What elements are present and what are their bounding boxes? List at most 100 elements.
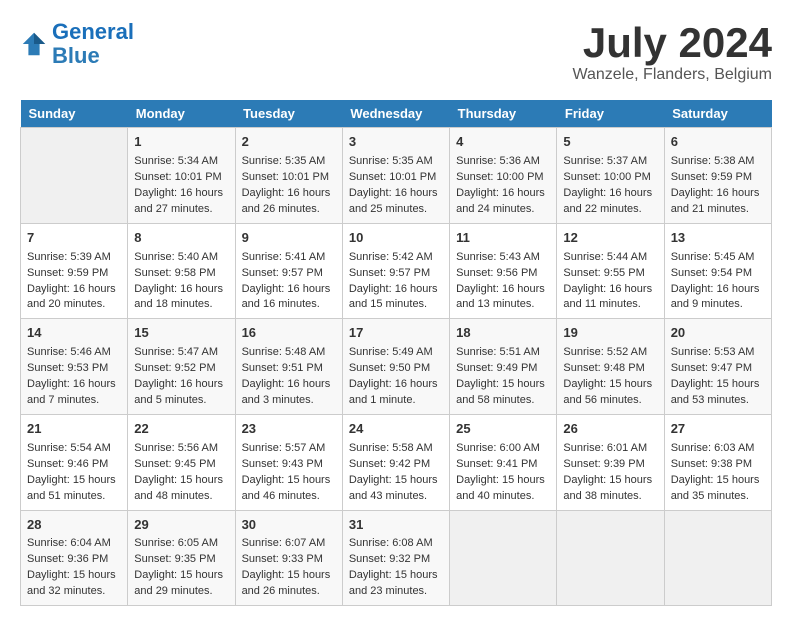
sunset-text: Sunset: 9:59 PM (671, 171, 752, 183)
calendar-cell: 20Sunrise: 5:53 AMSunset: 9:47 PMDayligh… (664, 319, 771, 415)
sunset-text: Sunset: 9:35 PM (134, 553, 215, 565)
day-number: 27 (671, 420, 765, 439)
sunrise-text: Sunrise: 5:45 AM (671, 251, 755, 263)
calendar-cell: 14Sunrise: 5:46 AMSunset: 9:53 PMDayligh… (21, 319, 128, 415)
day-number: 20 (671, 324, 765, 343)
column-header-tuesday: Tuesday (235, 100, 342, 128)
calendar-cell: 19Sunrise: 5:52 AMSunset: 9:48 PMDayligh… (557, 319, 664, 415)
calendar-cell: 5 Sunrise: 5:37 AM Sunset: 10:00 PM Dayligh… (557, 128, 664, 224)
day-number: 5 (563, 133, 657, 152)
calendar-cell: 18Sunrise: 5:51 AMSunset: 9:49 PMDayligh… (450, 319, 557, 415)
sunset-text: Sunset: 9:51 PM (242, 362, 323, 374)
daylight-text: Daylight: 16 hours and 27 minutes. (134, 187, 223, 215)
sunrise-text: Sunrise: 5:53 AM (671, 346, 755, 358)
sunset-text: Sunset: 10:00 PM (456, 171, 543, 183)
column-header-sunday: Sunday (21, 100, 128, 128)
sunset-text: Sunset: 9:49 PM (456, 362, 537, 374)
sunset-text: Sunset: 9:45 PM (134, 458, 215, 470)
sunrise-text: Sunrise: 5:35 AM (349, 155, 433, 167)
month-title: July 2024 (573, 20, 773, 66)
title-area: July 2024 Wanzele, Flanders, Belgium (573, 20, 773, 84)
daylight-text: Daylight: 15 hours and 53 minutes. (671, 378, 760, 406)
sunrise-text: Sunrise: 6:00 AM (456, 442, 540, 454)
calendar-cell: 17Sunrise: 5:49 AMSunset: 9:50 PMDayligh… (342, 319, 449, 415)
calendar-cell: 22Sunrise: 5:56 AMSunset: 9:45 PMDayligh… (128, 414, 235, 510)
sunrise-text: Sunrise: 5:57 AM (242, 442, 326, 454)
daylight-text: Daylight: 16 hours and 24 minutes. (456, 187, 545, 215)
day-number: 3 (349, 133, 443, 152)
day-number: 28 (27, 516, 121, 535)
sunrise-text: Sunrise: 5:56 AM (134, 442, 218, 454)
sunrise-text: Sunrise: 5:36 AM (456, 155, 540, 167)
daylight-text: Daylight: 16 hours and 5 minutes. (134, 378, 223, 406)
calendar-cell: 12Sunrise: 5:44 AMSunset: 9:55 PMDayligh… (557, 223, 664, 319)
day-number: 9 (242, 229, 336, 248)
sunrise-text: Sunrise: 5:34 AM (134, 155, 218, 167)
logo: General Blue (20, 20, 134, 68)
calendar-week-row: 7Sunrise: 5:39 AMSunset: 9:59 PMDaylight… (21, 223, 772, 319)
day-number: 6 (671, 133, 765, 152)
sunrise-text: Sunrise: 5:38 AM (671, 155, 755, 167)
daylight-text: Daylight: 16 hours and 7 minutes. (27, 378, 116, 406)
day-number: 18 (456, 324, 550, 343)
daylight-text: Daylight: 16 hours and 25 minutes. (349, 187, 438, 215)
day-number: 1 (134, 133, 228, 152)
sunset-text: Sunset: 10:01 PM (349, 171, 436, 183)
daylight-text: Daylight: 15 hours and 48 minutes. (134, 474, 223, 502)
sunrise-text: Sunrise: 5:44 AM (563, 251, 647, 263)
daylight-text: Daylight: 15 hours and 35 minutes. (671, 474, 760, 502)
calendar-cell: 21Sunrise: 5:54 AMSunset: 9:46 PMDayligh… (21, 414, 128, 510)
calendar-cell: 25Sunrise: 6:00 AMSunset: 9:41 PMDayligh… (450, 414, 557, 510)
sunset-text: Sunset: 9:38 PM (671, 458, 752, 470)
day-number: 21 (27, 420, 121, 439)
sunrise-text: Sunrise: 5:37 AM (563, 155, 647, 167)
sunset-text: Sunset: 9:57 PM (349, 267, 430, 279)
day-number: 10 (349, 229, 443, 248)
daylight-text: Daylight: 16 hours and 11 minutes. (563, 283, 652, 311)
sunset-text: Sunset: 9:50 PM (349, 362, 430, 374)
calendar-week-row: 28Sunrise: 6:04 AMSunset: 9:36 PMDayligh… (21, 510, 772, 606)
column-header-wednesday: Wednesday (342, 100, 449, 128)
logo-icon (20, 30, 48, 58)
calendar-cell: 31Sunrise: 6:08 AMSunset: 9:32 PMDayligh… (342, 510, 449, 606)
calendar-cell: 16Sunrise: 5:48 AMSunset: 9:51 PMDayligh… (235, 319, 342, 415)
daylight-text: Daylight: 15 hours and 40 minutes. (456, 474, 545, 502)
calendar-cell: 26Sunrise: 6:01 AMSunset: 9:39 PMDayligh… (557, 414, 664, 510)
day-number: 15 (134, 324, 228, 343)
daylight-text: Daylight: 15 hours and 38 minutes. (563, 474, 652, 502)
daylight-text: Daylight: 15 hours and 56 minutes. (563, 378, 652, 406)
calendar-cell: 9Sunrise: 5:41 AMSunset: 9:57 PMDaylight… (235, 223, 342, 319)
column-header-saturday: Saturday (664, 100, 771, 128)
sunset-text: Sunset: 9:56 PM (456, 267, 537, 279)
column-header-friday: Friday (557, 100, 664, 128)
daylight-text: Daylight: 16 hours and 9 minutes. (671, 283, 760, 311)
sunset-text: Sunset: 9:41 PM (456, 458, 537, 470)
day-number: 26 (563, 420, 657, 439)
sunrise-text: Sunrise: 5:51 AM (456, 346, 540, 358)
calendar-cell: 11Sunrise: 5:43 AMSunset: 9:56 PMDayligh… (450, 223, 557, 319)
sunrise-text: Sunrise: 6:08 AM (349, 537, 433, 549)
sunset-text: Sunset: 9:33 PM (242, 553, 323, 565)
sunset-text: Sunset: 9:54 PM (671, 267, 752, 279)
calendar-week-row: 21Sunrise: 5:54 AMSunset: 9:46 PMDayligh… (21, 414, 772, 510)
calendar-cell: 23Sunrise: 5:57 AMSunset: 9:43 PMDayligh… (235, 414, 342, 510)
sunset-text: Sunset: 10:01 PM (242, 171, 329, 183)
day-number: 11 (456, 229, 550, 248)
sunrise-text: Sunrise: 5:43 AM (456, 251, 540, 263)
sunset-text: Sunset: 9:52 PM (134, 362, 215, 374)
sunset-text: Sunset: 9:57 PM (242, 267, 323, 279)
sunrise-text: Sunrise: 5:41 AM (242, 251, 326, 263)
logo-text: General Blue (52, 20, 134, 68)
sunset-text: Sunset: 9:59 PM (27, 267, 108, 279)
daylight-text: Daylight: 16 hours and 22 minutes. (563, 187, 652, 215)
daylight-text: Daylight: 16 hours and 15 minutes. (349, 283, 438, 311)
daylight-text: Daylight: 15 hours and 32 minutes. (27, 569, 116, 597)
calendar-cell (450, 510, 557, 606)
calendar-cell: 2Sunrise: 5:35 AMSunset: 10:01 PMDayligh… (235, 128, 342, 224)
daylight-text: Daylight: 15 hours and 26 minutes. (242, 569, 331, 597)
logo-line1: General (52, 19, 134, 44)
calendar-cell: 6Sunrise: 5:38 AMSunset: 9:59 PMDaylight… (664, 128, 771, 224)
daylight-text: Daylight: 15 hours and 43 minutes. (349, 474, 438, 502)
sunset-text: Sunset: 10:00 PM (563, 171, 650, 183)
sunrise-text: Sunrise: 6:07 AM (242, 537, 326, 549)
